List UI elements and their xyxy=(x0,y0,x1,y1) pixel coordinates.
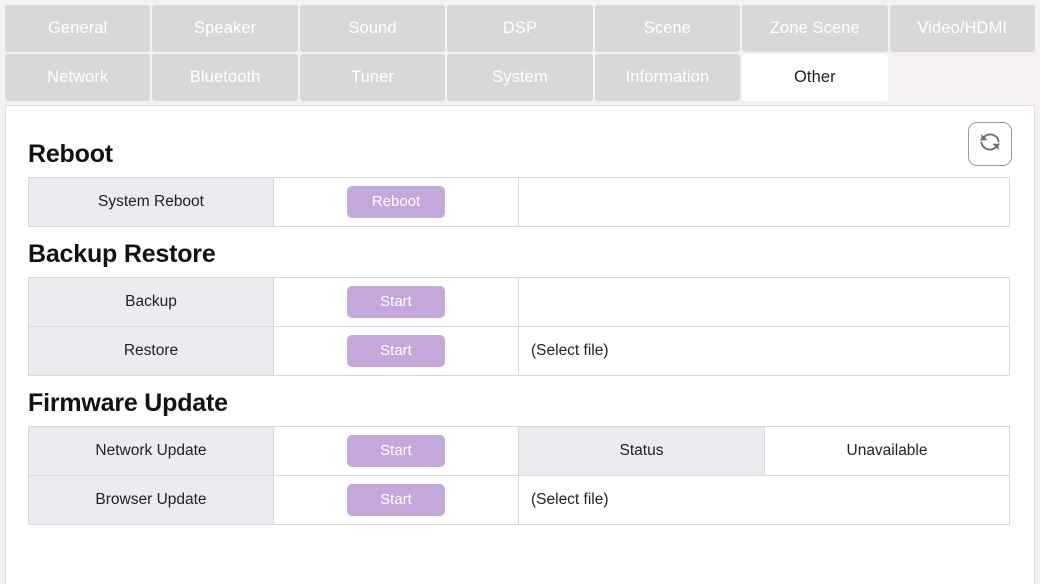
row-action-network-update: Start xyxy=(273,426,519,476)
settings-panel: Reboot System Reboot Reboot Backup Resto… xyxy=(5,105,1035,584)
reboot-table: System Reboot Reboot xyxy=(28,177,1010,227)
section-title-reboot: Reboot xyxy=(28,140,113,168)
network-update-start-button[interactable]: Start xyxy=(347,435,445,467)
row-action-restore: Start xyxy=(273,326,519,376)
row-action-backup: Start xyxy=(273,277,519,327)
tab-bluetooth[interactable]: Bluetooth xyxy=(152,54,298,101)
tab-general[interactable]: General xyxy=(5,5,151,52)
row-detail-backup xyxy=(518,277,1010,327)
table-row: System Reboot Reboot xyxy=(28,177,1010,227)
backup-restore-table: Backup Start Restore Start (Select file) xyxy=(28,277,1010,376)
tab-information[interactable]: Information xyxy=(594,54,741,101)
tab-tuner[interactable]: Tuner xyxy=(299,54,446,101)
browser-update-start-button[interactable]: Start xyxy=(347,484,445,516)
refresh-icon xyxy=(977,129,1003,160)
tab-row-2: Network Bluetooth Tuner System Informati… xyxy=(5,54,1035,101)
tab-scene[interactable]: Scene xyxy=(594,5,741,52)
row-detail-system-reboot xyxy=(518,177,1010,227)
row-label-backup: Backup xyxy=(28,277,274,327)
tab-sound[interactable]: Sound xyxy=(299,5,446,52)
row-label-browser-update: Browser Update xyxy=(28,475,274,525)
tab-zone-scene[interactable]: Zone Scene xyxy=(742,5,888,52)
firmware-update-table: Network Update Start Status Unavailable … xyxy=(28,426,1010,525)
row-label-system-reboot: System Reboot xyxy=(28,177,274,227)
table-row: Backup Start xyxy=(28,277,1010,327)
backup-start-button[interactable]: Start xyxy=(347,286,445,318)
reboot-button[interactable]: Reboot xyxy=(347,186,445,218)
network-update-status-label: Status xyxy=(518,426,765,476)
restore-start-button[interactable]: Start xyxy=(347,335,445,367)
tab-speaker[interactable]: Speaker xyxy=(152,5,298,52)
row-label-restore: Restore xyxy=(28,326,274,376)
refresh-button[interactable] xyxy=(968,122,1012,166)
tab-bar: General Speaker Sound DSP Scene Zone Sce… xyxy=(0,0,1040,101)
network-update-status-value: Unavailable xyxy=(764,426,1010,476)
section-title-backup-restore: Backup Restore xyxy=(28,240,216,268)
tab-placeholder xyxy=(890,54,1035,101)
row-action-browser-update: Start xyxy=(273,475,519,525)
table-row: Restore Start (Select file) xyxy=(28,326,1010,376)
restore-file-selector[interactable]: (Select file) xyxy=(518,326,1010,376)
tab-video-hdmi[interactable]: Video/HDMI xyxy=(889,5,1035,52)
table-row: Browser Update Start (Select file) xyxy=(28,475,1010,525)
tab-row-1: General Speaker Sound DSP Scene Zone Sce… xyxy=(5,5,1035,52)
row-label-network-update: Network Update xyxy=(28,426,274,476)
browser-update-file-selector[interactable]: (Select file) xyxy=(518,475,1010,525)
row-action-system-reboot: Reboot xyxy=(273,177,519,227)
tab-dsp[interactable]: DSP xyxy=(447,5,593,52)
table-row: Network Update Start Status Unavailable xyxy=(28,426,1010,476)
tab-network[interactable]: Network xyxy=(5,54,151,101)
section-title-firmware-update: Firmware Update xyxy=(28,389,228,417)
tab-other[interactable]: Other xyxy=(742,54,888,101)
tab-system[interactable]: System xyxy=(447,54,593,101)
